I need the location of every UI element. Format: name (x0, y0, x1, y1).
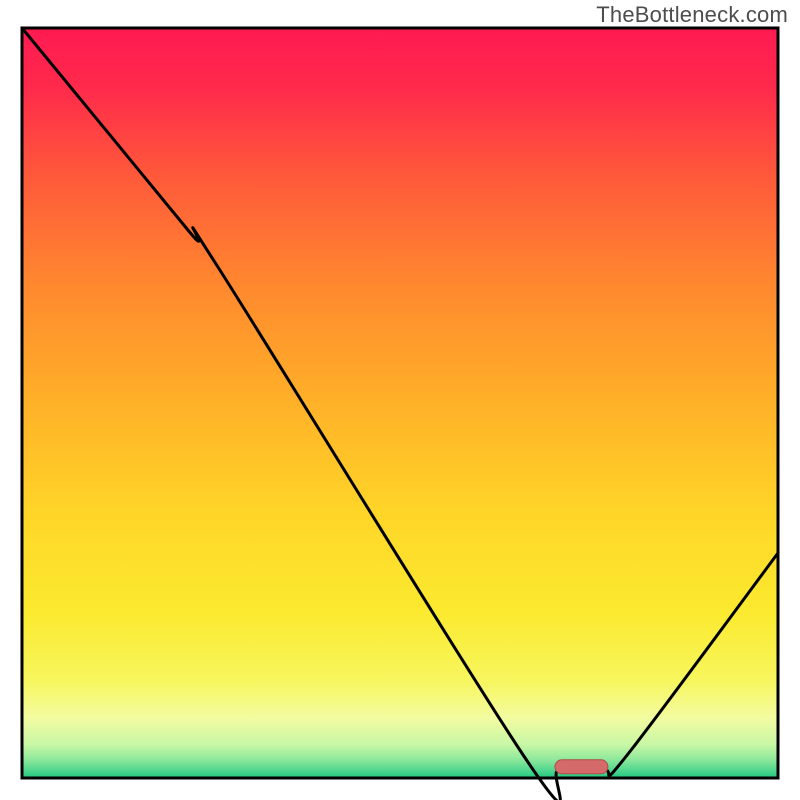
chart-container: TheBottleneck.com (0, 0, 800, 800)
gradient-background (22, 28, 778, 778)
watermark-text: TheBottleneck.com (596, 2, 788, 28)
bottleneck-chart (0, 0, 800, 800)
optimal-range-marker (555, 760, 608, 774)
